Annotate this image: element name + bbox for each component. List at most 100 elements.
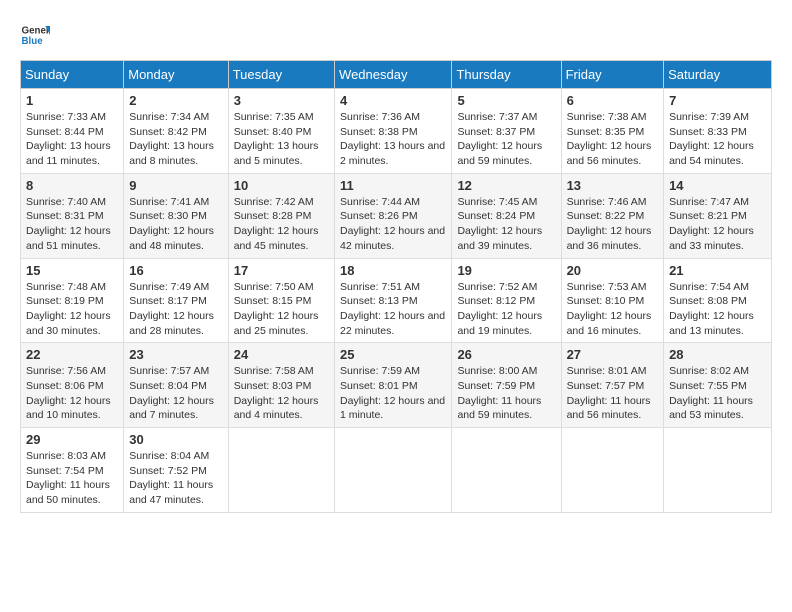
calendar-cell: 9 Sunrise: 7:41 AM Sunset: 8:30 PM Dayli… — [124, 173, 228, 258]
day-info: Sunrise: 8:00 AM Sunset: 7:59 PM Dayligh… — [457, 364, 555, 423]
calendar-cell — [452, 428, 561, 513]
calendar-cell: 7 Sunrise: 7:39 AM Sunset: 8:33 PM Dayli… — [664, 89, 772, 174]
day-number: 13 — [567, 178, 659, 193]
calendar-cell: 16 Sunrise: 7:49 AM Sunset: 8:17 PM Dayl… — [124, 258, 228, 343]
day-info: Sunrise: 7:58 AM Sunset: 8:03 PM Dayligh… — [234, 364, 329, 423]
day-info: Sunrise: 7:44 AM Sunset: 8:26 PM Dayligh… — [340, 195, 446, 254]
weekday-header-thursday: Thursday — [452, 61, 561, 89]
day-number: 18 — [340, 263, 446, 278]
calendar-cell: 12 Sunrise: 7:45 AM Sunset: 8:24 PM Dayl… — [452, 173, 561, 258]
logo-icon: General Blue — [20, 20, 50, 50]
day-info: Sunrise: 7:40 AM Sunset: 8:31 PM Dayligh… — [26, 195, 118, 254]
day-number: 30 — [129, 432, 222, 447]
day-info: Sunrise: 7:57 AM Sunset: 8:04 PM Dayligh… — [129, 364, 222, 423]
day-number: 2 — [129, 93, 222, 108]
calendar-cell: 2 Sunrise: 7:34 AM Sunset: 8:42 PM Dayli… — [124, 89, 228, 174]
day-info: Sunrise: 8:01 AM Sunset: 7:57 PM Dayligh… — [567, 364, 659, 423]
day-info: Sunrise: 7:59 AM Sunset: 8:01 PM Dayligh… — [340, 364, 446, 423]
day-number: 24 — [234, 347, 329, 362]
day-info: Sunrise: 7:33 AM Sunset: 8:44 PM Dayligh… — [26, 110, 118, 169]
calendar-cell: 10 Sunrise: 7:42 AM Sunset: 8:28 PM Dayl… — [228, 173, 334, 258]
calendar-cell: 28 Sunrise: 8:02 AM Sunset: 7:55 PM Dayl… — [664, 343, 772, 428]
day-number: 16 — [129, 263, 222, 278]
svg-text:Blue: Blue — [22, 36, 44, 47]
calendar-cell: 21 Sunrise: 7:54 AM Sunset: 8:08 PM Dayl… — [664, 258, 772, 343]
weekday-header-friday: Friday — [561, 61, 664, 89]
day-info: Sunrise: 8:03 AM Sunset: 7:54 PM Dayligh… — [26, 449, 118, 508]
day-number: 1 — [26, 93, 118, 108]
day-info: Sunrise: 7:46 AM Sunset: 8:22 PM Dayligh… — [567, 195, 659, 254]
calendar-cell: 26 Sunrise: 8:00 AM Sunset: 7:59 PM Dayl… — [452, 343, 561, 428]
calendar-week-row: 29 Sunrise: 8:03 AM Sunset: 7:54 PM Dayl… — [21, 428, 772, 513]
day-number: 19 — [457, 263, 555, 278]
day-number: 9 — [129, 178, 222, 193]
day-number: 25 — [340, 347, 446, 362]
calendar-week-row: 22 Sunrise: 7:56 AM Sunset: 8:06 PM Dayl… — [21, 343, 772, 428]
day-info: Sunrise: 7:39 AM Sunset: 8:33 PM Dayligh… — [669, 110, 766, 169]
day-number: 7 — [669, 93, 766, 108]
day-info: Sunrise: 7:37 AM Sunset: 8:37 PM Dayligh… — [457, 110, 555, 169]
calendar-cell: 5 Sunrise: 7:37 AM Sunset: 8:37 PM Dayli… — [452, 89, 561, 174]
day-info: Sunrise: 7:53 AM Sunset: 8:10 PM Dayligh… — [567, 280, 659, 339]
day-number: 8 — [26, 178, 118, 193]
day-number: 10 — [234, 178, 329, 193]
weekday-header-monday: Monday — [124, 61, 228, 89]
day-number: 4 — [340, 93, 446, 108]
day-info: Sunrise: 7:49 AM Sunset: 8:17 PM Dayligh… — [129, 280, 222, 339]
calendar-cell: 4 Sunrise: 7:36 AM Sunset: 8:38 PM Dayli… — [335, 89, 452, 174]
day-number: 20 — [567, 263, 659, 278]
day-info: Sunrise: 7:56 AM Sunset: 8:06 PM Dayligh… — [26, 364, 118, 423]
day-info: Sunrise: 8:04 AM Sunset: 7:52 PM Dayligh… — [129, 449, 222, 508]
calendar-header-row: SundayMondayTuesdayWednesdayThursdayFrid… — [21, 61, 772, 89]
day-number: 21 — [669, 263, 766, 278]
day-info: Sunrise: 8:02 AM Sunset: 7:55 PM Dayligh… — [669, 364, 766, 423]
day-number: 29 — [26, 432, 118, 447]
day-number: 3 — [234, 93, 329, 108]
day-number: 23 — [129, 347, 222, 362]
day-info: Sunrise: 7:51 AM Sunset: 8:13 PM Dayligh… — [340, 280, 446, 339]
day-info: Sunrise: 7:36 AM Sunset: 8:38 PM Dayligh… — [340, 110, 446, 169]
day-info: Sunrise: 7:42 AM Sunset: 8:28 PM Dayligh… — [234, 195, 329, 254]
day-number: 14 — [669, 178, 766, 193]
page-header: General Blue — [20, 20, 772, 50]
calendar-cell: 22 Sunrise: 7:56 AM Sunset: 8:06 PM Dayl… — [21, 343, 124, 428]
calendar-cell: 6 Sunrise: 7:38 AM Sunset: 8:35 PM Dayli… — [561, 89, 664, 174]
calendar-body: 1 Sunrise: 7:33 AM Sunset: 8:44 PM Dayli… — [21, 89, 772, 513]
calendar-cell: 30 Sunrise: 8:04 AM Sunset: 7:52 PM Dayl… — [124, 428, 228, 513]
calendar-table: SundayMondayTuesdayWednesdayThursdayFrid… — [20, 60, 772, 513]
day-number: 28 — [669, 347, 766, 362]
calendar-cell: 15 Sunrise: 7:48 AM Sunset: 8:19 PM Dayl… — [21, 258, 124, 343]
svg-text:General: General — [22, 26, 51, 37]
weekday-header-sunday: Sunday — [21, 61, 124, 89]
calendar-cell — [335, 428, 452, 513]
day-number: 26 — [457, 347, 555, 362]
calendar-cell: 19 Sunrise: 7:52 AM Sunset: 8:12 PM Dayl… — [452, 258, 561, 343]
day-number: 12 — [457, 178, 555, 193]
weekday-header-tuesday: Tuesday — [228, 61, 334, 89]
day-number: 27 — [567, 347, 659, 362]
calendar-cell: 1 Sunrise: 7:33 AM Sunset: 8:44 PM Dayli… — [21, 89, 124, 174]
calendar-cell — [561, 428, 664, 513]
day-info: Sunrise: 7:50 AM Sunset: 8:15 PM Dayligh… — [234, 280, 329, 339]
day-number: 6 — [567, 93, 659, 108]
calendar-cell: 14 Sunrise: 7:47 AM Sunset: 8:21 PM Dayl… — [664, 173, 772, 258]
logo: General Blue — [20, 20, 50, 50]
day-info: Sunrise: 7:34 AM Sunset: 8:42 PM Dayligh… — [129, 110, 222, 169]
calendar-cell: 3 Sunrise: 7:35 AM Sunset: 8:40 PM Dayli… — [228, 89, 334, 174]
calendar-cell: 24 Sunrise: 7:58 AM Sunset: 8:03 PM Dayl… — [228, 343, 334, 428]
day-number: 22 — [26, 347, 118, 362]
calendar-cell: 11 Sunrise: 7:44 AM Sunset: 8:26 PM Dayl… — [335, 173, 452, 258]
calendar-cell: 18 Sunrise: 7:51 AM Sunset: 8:13 PM Dayl… — [335, 258, 452, 343]
calendar-week-row: 1 Sunrise: 7:33 AM Sunset: 8:44 PM Dayli… — [21, 89, 772, 174]
calendar-cell: 20 Sunrise: 7:53 AM Sunset: 8:10 PM Dayl… — [561, 258, 664, 343]
calendar-week-row: 15 Sunrise: 7:48 AM Sunset: 8:19 PM Dayl… — [21, 258, 772, 343]
day-info: Sunrise: 7:52 AM Sunset: 8:12 PM Dayligh… — [457, 280, 555, 339]
day-info: Sunrise: 7:54 AM Sunset: 8:08 PM Dayligh… — [669, 280, 766, 339]
day-number: 5 — [457, 93, 555, 108]
day-info: Sunrise: 7:47 AM Sunset: 8:21 PM Dayligh… — [669, 195, 766, 254]
calendar-cell: 8 Sunrise: 7:40 AM Sunset: 8:31 PM Dayli… — [21, 173, 124, 258]
calendar-week-row: 8 Sunrise: 7:40 AM Sunset: 8:31 PM Dayli… — [21, 173, 772, 258]
day-info: Sunrise: 7:35 AM Sunset: 8:40 PM Dayligh… — [234, 110, 329, 169]
calendar-cell: 17 Sunrise: 7:50 AM Sunset: 8:15 PM Dayl… — [228, 258, 334, 343]
calendar-cell: 29 Sunrise: 8:03 AM Sunset: 7:54 PM Dayl… — [21, 428, 124, 513]
